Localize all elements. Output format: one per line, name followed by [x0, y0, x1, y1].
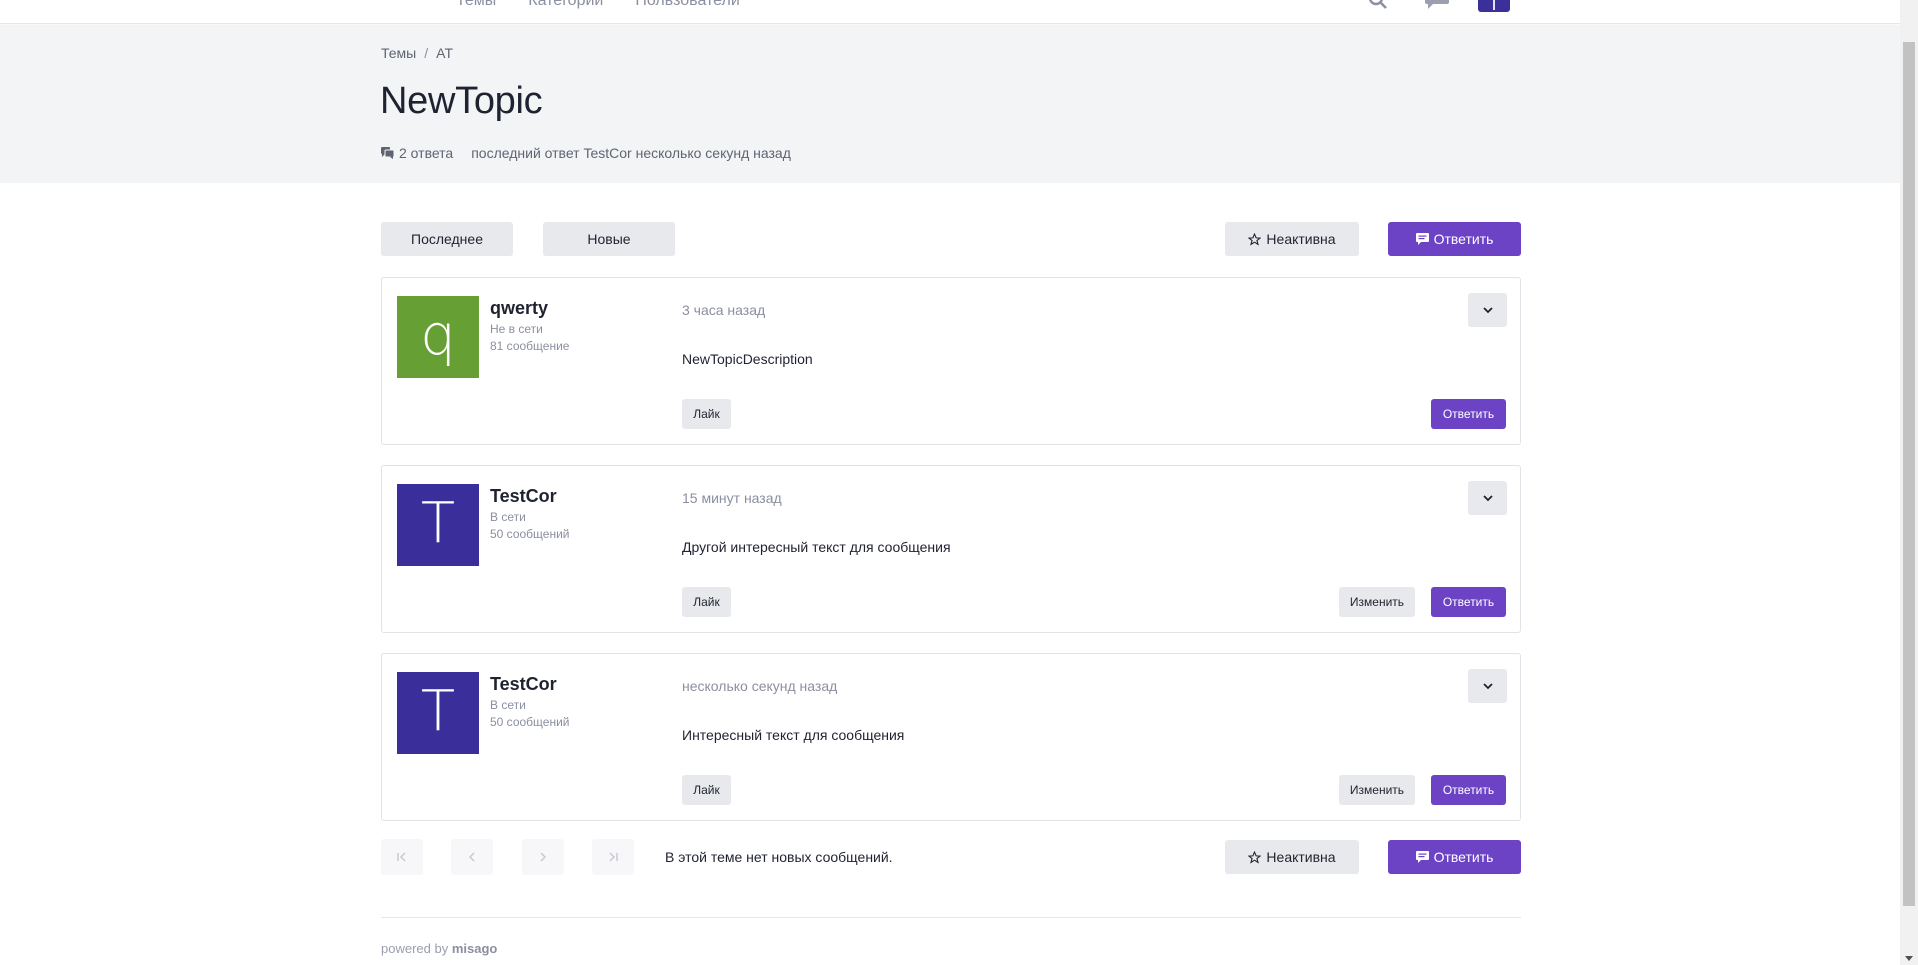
like-button-label: Лайк [693, 595, 720, 609]
breadcrumb-separator: / [424, 45, 429, 61]
reply-button[interactable]: Ответить [1388, 222, 1521, 256]
reply-icon [1415, 233, 1429, 245]
user-status: Не в сети [490, 322, 543, 336]
like-button[interactable]: Лайк [682, 775, 731, 805]
post-username[interactable]: TestCor [490, 674, 557, 695]
nav-link-categories[interactable]: Категории [528, 0, 603, 10]
user-status: В сети [490, 698, 526, 712]
post-2: T TestCor В сети 50 сообщений 15 минут н… [381, 465, 1521, 633]
post-avatar[interactable]: T [397, 672, 479, 754]
post-reply-button[interactable]: Ответить [1431, 775, 1506, 805]
chevron-left-icon [468, 852, 475, 862]
user-avatar[interactable]: T [1478, 0, 1510, 14]
top-navbar: Темы Категории Пользователи T [0, 0, 1900, 24]
user-post-count: 50 сообщений [490, 715, 570, 729]
scrollbar-thumb[interactable] [1903, 42, 1915, 906]
user-avatar-letter: T [1488, 0, 1500, 14]
bottom-reply-button[interactable]: Ответить [1388, 840, 1521, 874]
last-page-button[interactable] [592, 839, 634, 875]
footer: powered by misago [381, 941, 497, 956]
like-button[interactable]: Лайк [682, 399, 731, 429]
post-menu-button[interactable] [1468, 669, 1507, 703]
nav-link-threads[interactable]: Темы [456, 0, 496, 10]
post-menu-button[interactable] [1468, 293, 1507, 327]
post-3: T TestCor В сети 50 сообщений несколько … [381, 653, 1521, 821]
avatar-letter: q [420, 303, 456, 368]
next-page-button[interactable] [522, 839, 564, 875]
edit-button[interactable]: Изменить [1339, 587, 1415, 617]
private-threads-icon[interactable] [1424, 0, 1450, 10]
star-outline-icon [1248, 232, 1262, 246]
user-status: В сети [490, 510, 526, 524]
avatar-letter: T [420, 679, 456, 744]
first-page-icon [397, 852, 406, 862]
bottom-reply-button-label: Ответить [1433, 849, 1494, 865]
like-button[interactable]: Лайк [682, 587, 731, 617]
nav-link-users[interactable]: Пользователи [635, 0, 739, 10]
post-reply-button-label: Ответить [1442, 595, 1495, 609]
replies-count: 2 ответа [399, 145, 454, 161]
post-avatar[interactable]: T [397, 484, 479, 566]
bottom-subscription-button[interactable]: Неактивна [1225, 840, 1359, 874]
subscription-button-label: Неактивна [1266, 231, 1336, 247]
reply-button-label: Ответить [1433, 231, 1494, 247]
post-reply-button[interactable]: Ответить [1431, 399, 1506, 429]
breadcrumb: Темы / AT [381, 45, 453, 61]
post-avatar[interactable]: q [397, 296, 479, 378]
breadcrumb-threads[interactable]: Темы [381, 45, 416, 61]
misago-link[interactable]: misago [452, 941, 498, 956]
post-1: q qwerty Не в сети 81 сообщение 3 часа н… [381, 277, 1521, 445]
previous-page-button[interactable] [451, 839, 493, 875]
topic-stats: 2 ответа последний ответ TestCor несколь… [381, 145, 791, 161]
page-header: Темы / AT NewTopic 2 ответа последний от… [0, 25, 1900, 183]
post-timestamp[interactable]: несколько секунд назад [682, 678, 837, 694]
post-reply-button-label: Ответить [1442, 407, 1495, 421]
post-menu-button[interactable] [1468, 481, 1507, 515]
edit-button-label: Изменить [1349, 783, 1405, 797]
reply-icon [1415, 851, 1429, 863]
chevron-down-icon [1482, 307, 1493, 314]
footer-divider [381, 917, 1521, 918]
avatar-letter: T [420, 491, 456, 556]
replies-icon [381, 147, 394, 159]
chevron-down-icon [1482, 495, 1493, 502]
post-body: Другой интересный текст для сообщения [682, 539, 951, 555]
first-page-button[interactable] [381, 839, 423, 875]
star-outline-icon [1248, 850, 1262, 864]
user-post-count: 50 сообщений [490, 527, 570, 541]
post-timestamp[interactable]: 3 часа назад [682, 302, 765, 318]
new-posts-button-label: Новые [587, 231, 631, 247]
no-new-posts-message: В этой теме нет новых сообщений. [665, 849, 893, 865]
page-title: NewTopic [380, 80, 543, 122]
post-reply-button-label: Ответить [1442, 783, 1495, 797]
page-scrollbar[interactable] [1900, 0, 1918, 965]
last-page-icon [609, 852, 618, 862]
user-post-count: 81 сообщение [490, 339, 570, 353]
post-body: Интересный текст для сообщения [682, 727, 905, 743]
edit-button-label: Изменить [1349, 595, 1405, 609]
new-posts-button[interactable]: Новые [543, 222, 675, 256]
post-username[interactable]: qwerty [490, 298, 548, 319]
search-icon[interactable] [1368, 0, 1388, 10]
powered-by-text: powered by [381, 941, 449, 956]
nav-links: Темы Категории Пользователи [456, 0, 740, 10]
latest-button-label: Последнее [411, 231, 483, 247]
like-button-label: Лайк [693, 407, 720, 421]
chevron-down-icon [1482, 683, 1493, 690]
last-reply-info: последний ответ TestCor несколько секунд… [471, 145, 791, 161]
post-username[interactable]: TestCor [490, 486, 557, 507]
latest-button[interactable]: Последнее [381, 222, 513, 256]
breadcrumb-category[interactable]: AT [436, 45, 453, 61]
scroll-down-arrow-icon[interactable] [1905, 956, 1913, 961]
subscription-button[interactable]: Неактивна [1225, 222, 1359, 256]
bottom-subscription-button-label: Неактивна [1266, 849, 1336, 865]
post-body: NewTopicDescription [682, 351, 813, 367]
chevron-right-icon [540, 852, 547, 862]
like-button-label: Лайк [693, 783, 720, 797]
edit-button[interactable]: Изменить [1339, 775, 1415, 805]
post-reply-button[interactable]: Ответить [1431, 587, 1506, 617]
post-timestamp[interactable]: 15 минут назад [682, 490, 782, 506]
